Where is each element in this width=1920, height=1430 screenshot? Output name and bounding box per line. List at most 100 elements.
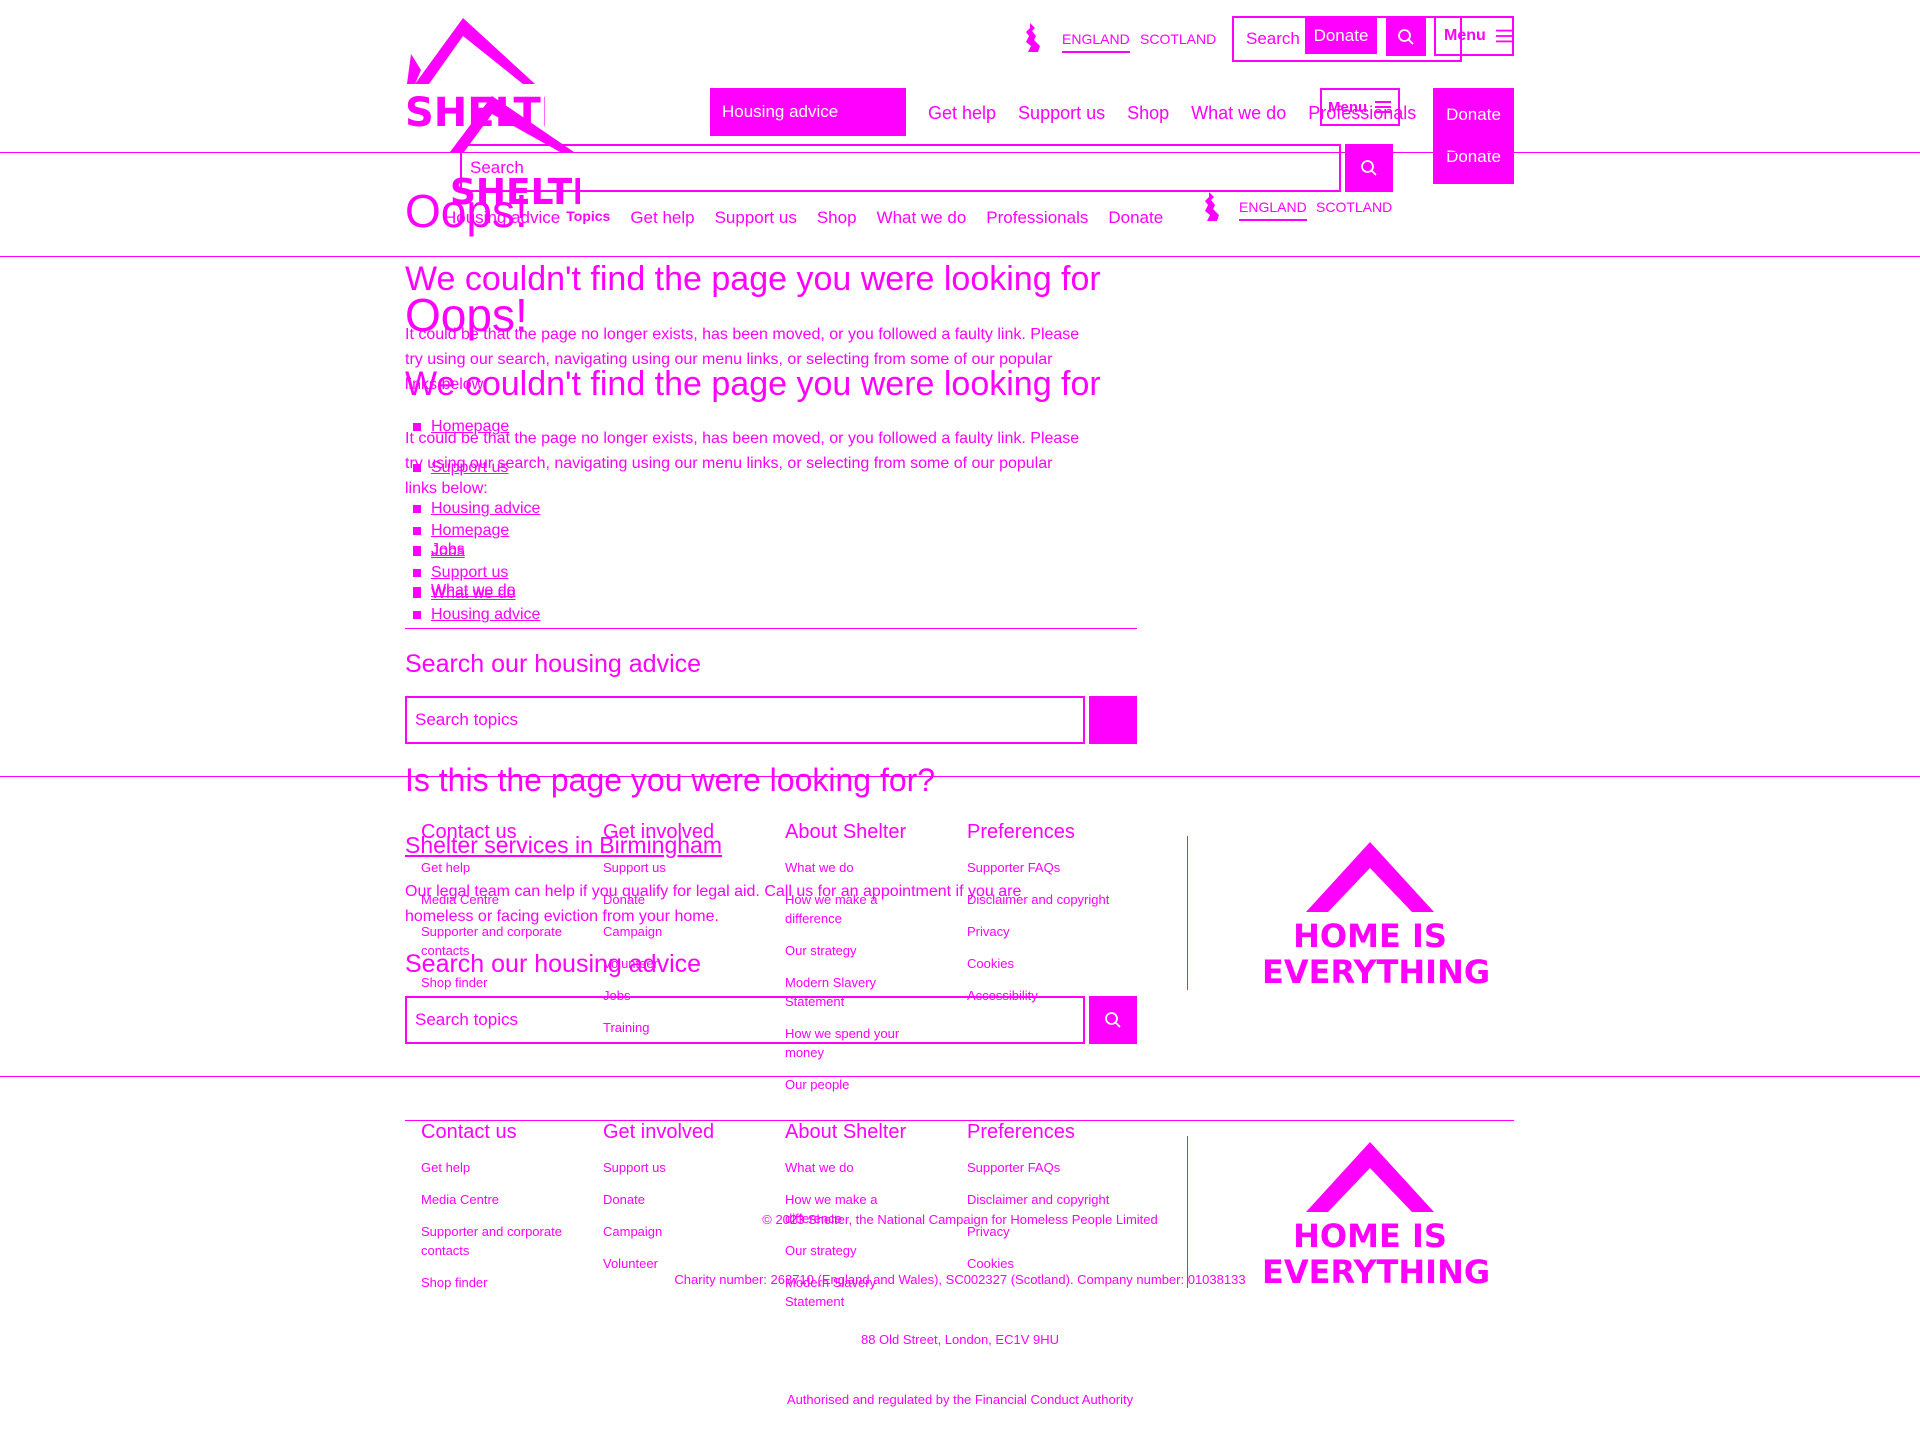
map-icon <box>1201 191 1221 223</box>
search-icon <box>1398 29 1414 45</box>
footer-title-preferences: Preferences <box>967 821 1075 843</box>
topics-search-placeholder: Search topics <box>415 710 518 729</box>
secondary-nav: Housing advice Topics Get help Support u… <box>444 208 1163 228</box>
header-search-submit[interactable] <box>1345 144 1393 192</box>
section-divider-1 <box>0 776 1920 777</box>
menu-button[interactable]: Menu <box>1434 16 1514 56</box>
region-underline <box>1239 219 1307 221</box>
link-what-we-do-copy[interactable]: What we do <box>405 583 540 604</box>
region-scotland[interactable]: SCOTLAND <box>1140 31 1216 47</box>
nav-shop[interactable]: Shop <box>1127 103 1169 124</box>
footer-title-contact: Contact us <box>421 821 517 843</box>
donate-label-1: Donate <box>1446 105 1501 124</box>
footer-link[interactable]: Support us <box>603 858 753 877</box>
footer-link[interactable]: Training <box>603 1018 753 1037</box>
search-heading: Search our housing advice <box>405 650 702 678</box>
footer-link[interactable]: Our people <box>785 1075 915 1094</box>
question-heading: Is this the page you were looking for? <box>405 762 936 798</box>
footer-link[interactable]: Jobs <box>603 986 753 1005</box>
footer-title-about: About Shelter <box>785 821 907 843</box>
menu-label-secondary: Menu <box>1328 98 1368 116</box>
header-search-label: Search <box>1246 29 1300 48</box>
donate-button[interactable]: Donate <box>1305 18 1377 54</box>
nav-housing-advice[interactable]: Housing advice <box>710 88 906 136</box>
secnav-donate[interactable]: Donate <box>1108 208 1163 228</box>
footer-link[interactable]: Disclaimer and copyright <box>967 890 1147 909</box>
region-scotland-secondary[interactable]: SCOTLAND <box>1316 199 1392 215</box>
footer-title-contact-copy: Contact us <box>421 1121 517 1143</box>
nav-get-help[interactable]: Get help <box>928 103 996 124</box>
content-divider <box>405 628 1137 629</box>
link-support-us-copy[interactable]: Support us <box>405 562 540 583</box>
footer-link[interactable]: Donate <box>603 890 753 909</box>
menu-icon <box>1495 29 1512 43</box>
menu-icon <box>1375 101 1392 113</box>
topics-search-submit[interactable] <box>1089 696 1137 744</box>
footer-link[interactable]: Get help <box>421 858 591 877</box>
secnav-get-help[interactable]: Get help <box>630 208 694 228</box>
footer-col-about: About Shelter What we do How we make a d… <box>785 822 915 1094</box>
home-roof-icon <box>1306 842 1434 912</box>
footer-link[interactable]: Accessibility <box>967 986 1147 1005</box>
oops-heading: Oops! <box>405 185 528 237</box>
region-england-label-2: ENGLAND <box>1239 199 1307 215</box>
footer-link[interactable]: Supporter and corporate contacts <box>421 922 591 960</box>
secnav-what-we-do[interactable]: What we do <box>877 208 967 228</box>
popular-links-list-copy: Homepage Jobs Support us What we do Hous… <box>405 520 540 625</box>
secnav-professionals[interactable]: Professionals <box>986 208 1088 228</box>
header-divider-2 <box>0 256 1920 257</box>
region-england[interactable]: ENGLAND <box>1062 31 1130 53</box>
footer-link[interactable]: How we spend your money <box>785 1024 915 1062</box>
link-housing-advice-copy[interactable]: Housing advice <box>405 604 540 625</box>
secnav-shop[interactable]: Shop <box>817 208 857 228</box>
search-icon <box>1105 1012 1121 1028</box>
map-icon <box>1022 22 1042 54</box>
copyright-line-2: Charity number: 263710 (England and Wale… <box>674 1272 1246 1287</box>
footer-link[interactable]: Media Centre <box>421 890 591 909</box>
footer-link[interactable]: Volunteer <box>603 954 753 973</box>
intro-line-3-copy: links below: <box>405 480 488 497</box>
copyright-line-3: 88 Old Street, London, EC1V 9HU <box>860 1332 1059 1347</box>
tagline-line-2: EVERYTHING <box>1262 953 1491 991</box>
footer-link[interactable]: Shop finder <box>421 973 591 992</box>
link-homepage-copy[interactable]: Homepage <box>405 520 540 541</box>
footer-link[interactable]: Modern Slavery Statement <box>785 973 915 1011</box>
region-england-secondary[interactable]: ENGLAND <box>1239 199 1307 221</box>
region-underline <box>1062 51 1130 53</box>
link-housing-advice[interactable]: Housing advice <box>405 498 540 519</box>
footer-copyright: © 2023 Shelter, the National Campaign fo… <box>0 1170 1920 1430</box>
home-is-everything-logo: HOME IS EVERYTHING <box>1262 838 1491 991</box>
intro-line-2-copy: try using our search, navigating using o… <box>405 455 1053 472</box>
menu-label: Menu <box>1444 27 1486 44</box>
footer-link[interactable]: Campaign <box>603 922 753 941</box>
footer-title-preferences-copy: Preferences <box>967 1121 1075 1143</box>
intro-text-copy: It could be that the page no longer exis… <box>405 426 1145 501</box>
nav-support-us[interactable]: Support us <box>1018 103 1105 124</box>
footer-link[interactable]: Privacy <box>967 922 1147 941</box>
copyright-line-4: Authorised and regulated by the Financia… <box>786 1392 1134 1407</box>
region-england-label: ENGLAND <box>1062 31 1130 47</box>
footer-link[interactable]: Our strategy <box>785 941 915 960</box>
footer-link[interactable]: How we make a difference <box>785 890 915 928</box>
donate-label-2: Donate <box>1446 147 1501 166</box>
nav-what-we-do[interactable]: What we do <box>1191 103 1286 124</box>
search-icon-button[interactable] <box>1386 18 1426 56</box>
footer-title-involved-copy: Get involved <box>603 1121 715 1143</box>
header-search-placeholder: Search <box>470 158 524 177</box>
footer-link[interactable]: Supporter FAQs <box>967 858 1147 877</box>
oops-heading-copy: Oops! <box>405 289 528 341</box>
footer-link[interactable]: Cookies <box>967 954 1147 973</box>
footer-col-involved: Get involved Support us Donate Campaign … <box>603 822 753 1037</box>
menu-button-secondary[interactable]: Menu <box>1320 88 1400 126</box>
footer-link[interactable]: What we do <box>785 858 915 877</box>
link-jobs-copy[interactable]: Jobs <box>405 541 540 562</box>
footer-top-divider <box>405 1120 1514 1121</box>
section-divider-2 <box>0 1076 1920 1077</box>
header-search-input[interactable]: Search <box>460 144 1341 192</box>
intro-line-1-copy: It could be that the page no longer exis… <box>405 430 1080 447</box>
donate-button-stack[interactable]: Donate Donate <box>1433 88 1514 184</box>
secnav-support-us[interactable]: Support us <box>715 208 797 228</box>
tagline-line-1: HOME IS <box>1293 917 1447 955</box>
secnav-topics[interactable]: Topics <box>566 208 610 228</box>
topics-search-input[interactable]: Search topics <box>405 696 1085 744</box>
